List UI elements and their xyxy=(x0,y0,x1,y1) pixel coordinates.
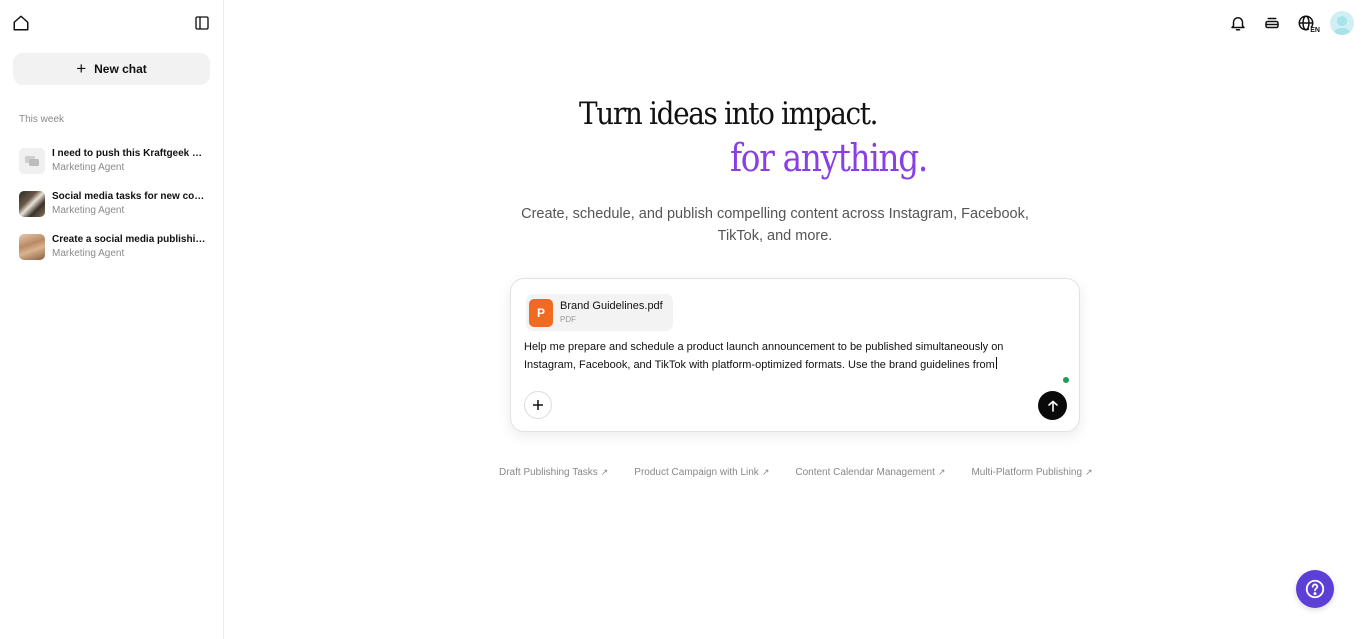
text-cursor xyxy=(995,357,997,369)
new-chat-button[interactable]: + New chat xyxy=(13,53,210,85)
hero-subtitle: Create, schedule, and publish compelling… xyxy=(521,206,1029,244)
arrow-up-right-icon: ↗ xyxy=(1085,467,1093,477)
plus-icon xyxy=(533,400,543,410)
chat-title: Social media tasks for new coff... xyxy=(52,191,207,202)
new-chat-label: New chat xyxy=(94,62,147,76)
chat-title: Create a social media publishin... xyxy=(52,234,207,245)
hero-title-accent: for anything. xyxy=(730,136,928,180)
attachment-type: PDF xyxy=(560,315,576,324)
plus-icon: + xyxy=(76,58,87,78)
pdf-file-icon: P xyxy=(529,298,553,327)
top-bar: EN xyxy=(1228,10,1354,36)
language-code: EN xyxy=(1309,27,1321,35)
chat-history-item[interactable]: Social media tasks for new coff... Marke… xyxy=(19,182,209,225)
stack-button[interactable] xyxy=(1262,13,1282,33)
suggestion-label: Draft Publishing Tasks xyxy=(499,467,598,478)
chat-composer: P Brand Guidelines.pdf PDF Help me prepa… xyxy=(510,278,1080,432)
suggestion-label: Multi-Platform Publishing xyxy=(971,467,1083,478)
prompt-text: Help me prepare and schedule a product l… xyxy=(524,341,1004,371)
hero-title: Turn ideas into impact. xyxy=(579,96,879,132)
chat-subtitle: Marketing Agent xyxy=(52,205,125,216)
chat-history-list: I need to push this Kraftgeek se... Mark… xyxy=(19,139,209,268)
chat-title: I need to push this Kraftgeek se... xyxy=(52,148,207,159)
language-button[interactable]: EN xyxy=(1296,13,1321,35)
sidebar-toggle-icon[interactable] xyxy=(194,15,210,31)
coffee-photo-thumbnail xyxy=(19,190,45,217)
chat-subtitle: Marketing Agent xyxy=(52,162,125,173)
status-dot xyxy=(1063,377,1069,383)
home-icon[interactable] xyxy=(12,14,30,32)
suggestion-multi-platform[interactable]: Multi-Platform Publishing ↗ xyxy=(971,467,1092,478)
suggestion-label: Product Campaign with Link xyxy=(634,467,759,478)
prompt-input[interactable]: Help me prepare and schedule a product l… xyxy=(524,338,1054,374)
sidebar-top xyxy=(12,14,210,34)
send-button[interactable] xyxy=(1038,391,1067,420)
arrow-up-right-icon: ↗ xyxy=(761,467,770,477)
chat-bubble-icon xyxy=(19,147,45,174)
help-button[interactable] xyxy=(1296,570,1334,608)
suggestion-product-campaign[interactable]: Product Campaign with Link ↗ xyxy=(634,467,769,478)
notification-button[interactable] xyxy=(1228,13,1248,33)
add-attachment-button[interactable] xyxy=(524,391,552,419)
section-label-this-week: This week xyxy=(19,114,65,125)
attachment-name: Brand Guidelines.pdf xyxy=(560,300,663,312)
chat-history-item[interactable]: Create a social media publishin... Marke… xyxy=(19,225,209,268)
bell-icon xyxy=(1231,17,1245,31)
chat-history-item[interactable]: I need to push this Kraftgeek se... Mark… xyxy=(19,139,209,182)
suggestion-content-calendar[interactable]: Content Calendar Management ↗ xyxy=(795,467,945,478)
portrait-photo-thumbnail xyxy=(19,233,45,260)
avatar[interactable] xyxy=(1330,11,1354,35)
arrow-up-icon xyxy=(1047,400,1058,412)
chat-subtitle: Marketing Agent xyxy=(52,248,125,259)
attachment-chip[interactable]: P Brand Guidelines.pdf PDF xyxy=(526,294,673,331)
suggestion-label: Content Calendar Management xyxy=(795,467,935,478)
suggestion-list: Draft Publishing Tasks ↗ Product Campaign… xyxy=(499,467,1093,478)
arrow-up-right-icon: ↗ xyxy=(937,467,946,477)
arrow-up-right-icon: ↗ xyxy=(600,467,609,477)
stack-icon xyxy=(1265,17,1279,29)
suggestion-draft-publishing-tasks[interactable]: Draft Publishing Tasks ↗ xyxy=(499,467,608,478)
sidebar: + New chat This week I need to push this… xyxy=(0,0,224,639)
question-mark-icon xyxy=(1305,579,1325,599)
